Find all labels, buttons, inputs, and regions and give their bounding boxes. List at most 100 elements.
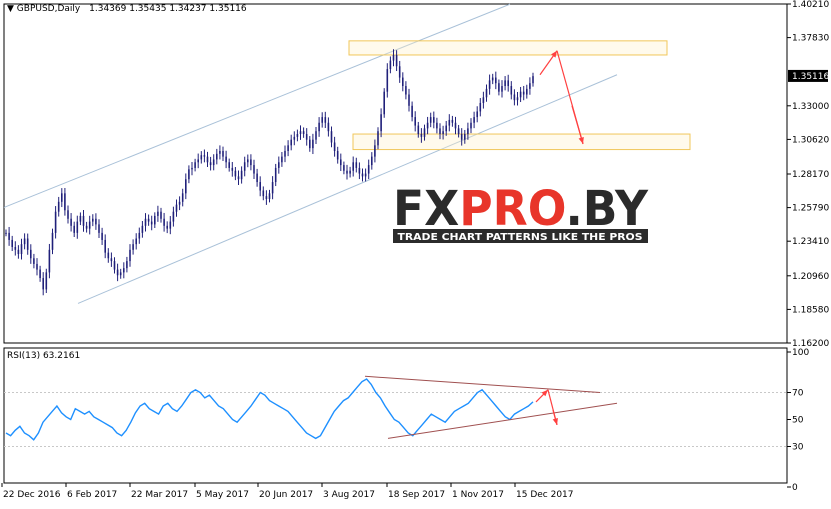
rsi-tick-label: 100 <box>792 348 809 358</box>
candle-body <box>157 211 159 216</box>
candle-body <box>101 232 103 240</box>
candle-body <box>411 105 413 118</box>
candle-body <box>61 193 63 202</box>
candle-body <box>312 139 314 149</box>
candle-body <box>237 176 240 180</box>
candle-body <box>175 204 178 212</box>
candle-body <box>154 215 156 225</box>
candle-body <box>150 221 153 225</box>
candle-body <box>247 159 249 163</box>
candle-body <box>141 225 144 233</box>
candle-body <box>188 169 190 180</box>
candle-body <box>358 167 361 174</box>
candle-body <box>222 150 224 157</box>
date-tick-label: 1 Nov 2017 <box>452 490 504 500</box>
candle-body <box>113 261 116 270</box>
candle-body <box>138 232 141 239</box>
chart-window: 1.40210 1.37830 1.35116 1.33000 1.30620 1.281… <box>0 0 831 505</box>
candle-body <box>216 153 218 160</box>
ohlc-close: 1.35116 <box>209 4 247 14</box>
candle-body <box>253 165 255 174</box>
candle-body <box>95 218 97 225</box>
candle-body <box>495 77 497 84</box>
candle-body <box>116 269 119 276</box>
candle-body <box>532 76 534 84</box>
date-tick-label: 5 May 2017 <box>196 490 249 500</box>
candle-body <box>129 249 131 262</box>
candle-body <box>73 225 75 233</box>
candle-body <box>324 117 327 123</box>
candle-body <box>197 159 199 163</box>
candle-body <box>423 128 426 137</box>
candle-body <box>123 268 125 273</box>
candle-body <box>420 134 423 137</box>
candle-body <box>377 131 379 146</box>
candle-body <box>30 249 32 259</box>
candle-body <box>79 215 82 222</box>
candle-body <box>26 238 29 250</box>
candle-body <box>408 94 410 106</box>
candle-body <box>48 249 51 273</box>
candle-body <box>336 150 339 160</box>
candle-body <box>144 218 147 226</box>
candle-body <box>504 80 506 87</box>
candle-body <box>470 122 472 129</box>
current-price-label: 1.35116 <box>792 72 829 82</box>
candle-body <box>467 128 469 135</box>
candle-body <box>439 128 441 135</box>
candle-body <box>296 134 299 137</box>
rsi-tick-label: 50 <box>792 416 804 426</box>
candle-body <box>206 156 209 163</box>
candle-body <box>284 150 286 157</box>
candle-body <box>271 182 274 194</box>
candle-body <box>519 91 522 98</box>
candle-body <box>361 173 364 177</box>
candle-body <box>498 83 500 92</box>
candle-body <box>259 182 261 191</box>
candle-body <box>398 66 401 78</box>
candle-body <box>352 162 354 171</box>
candle-body <box>299 131 302 135</box>
support-zone <box>352 133 691 151</box>
candle-body <box>107 252 110 259</box>
price-tick-label: 1.30620 <box>792 135 829 145</box>
candle-body <box>349 170 351 174</box>
candle-body <box>321 117 323 123</box>
ohlc-open: 1.34369 <box>89 4 127 14</box>
candle-body <box>309 139 311 149</box>
candle-body <box>42 278 44 290</box>
candle-body <box>374 145 376 157</box>
rsi-tick-label: 70 <box>792 389 804 399</box>
candle-body <box>135 238 137 245</box>
date-tick-label: 15 Dec 2017 <box>516 490 574 500</box>
candle-body <box>8 232 10 240</box>
candle-body <box>383 91 385 115</box>
candle-body <box>185 179 187 194</box>
candle-body <box>448 119 451 126</box>
candle-body <box>330 131 333 143</box>
chart-canvas[interactable]: 1.40210 1.37830 1.35116 1.33000 1.30620 1.281… <box>0 0 831 505</box>
candle-body <box>119 272 122 276</box>
candle-body <box>88 221 91 229</box>
candle-body <box>491 77 494 81</box>
candle-body <box>147 218 150 222</box>
candle-body <box>243 162 246 171</box>
candle-body <box>380 114 382 132</box>
candle-body <box>402 77 404 87</box>
ohlc-low: 1.34237 <box>169 4 207 14</box>
candle-body <box>240 170 243 180</box>
candle-body <box>507 80 509 87</box>
candle-body <box>529 83 531 89</box>
candle-body <box>392 54 395 61</box>
candle-body <box>92 218 94 222</box>
candle-body <box>228 162 230 168</box>
candle-body <box>305 134 308 140</box>
candle-body <box>488 80 491 89</box>
date-tick-label: 18 Sep 2017 <box>388 490 445 500</box>
rsi-title: RSI(13) 63.2161 <box>7 351 81 361</box>
rsi-plot-frame <box>3 347 788 484</box>
watermark-logo: FXPRO.BY <box>393 181 649 237</box>
rsi-tick-label: 30 <box>792 443 804 453</box>
candle-body <box>45 272 48 290</box>
candle-body <box>367 165 370 174</box>
